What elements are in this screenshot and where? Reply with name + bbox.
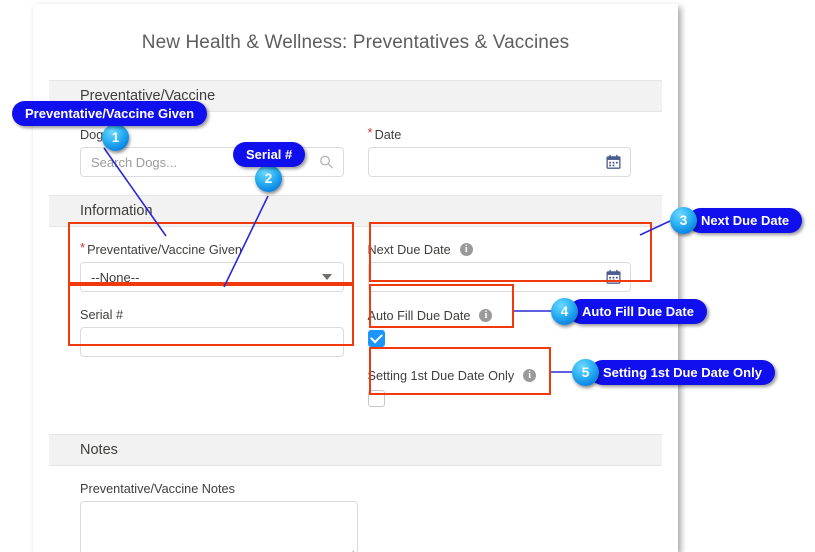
auto-fill-due-date-label-text: Auto Fill Due Date (367, 308, 471, 323)
callout-3[interactable]: 3 Next Due Date (670, 206, 803, 234)
callout-4[interactable]: 4 Auto Fill Due Date (551, 297, 707, 325)
calendar-icon[interactable] (606, 154, 621, 170)
setting-1st-due-date-only-label-text: Setting 1st Due Date Only (367, 368, 515, 383)
field-preventative-vaccine-given: * Preventative/Vaccine Given --None-- (80, 241, 344, 292)
chevron-down-icon[interactable] (321, 274, 332, 280)
date-label: * Date (368, 126, 632, 143)
callout-1-number[interactable]: 1 (102, 124, 129, 151)
callout-2[interactable]: 2 Serial # (233, 142, 306, 192)
form-card: New Health & Wellness: Preventatives & V… (33, 4, 678, 552)
notes-textarea[interactable] (80, 501, 358, 552)
calendar-icon[interactable] (606, 269, 621, 285)
callout-5-label[interactable]: Setting 1st Due Date Only (590, 359, 775, 385)
callout-4-number[interactable]: 4 (551, 297, 578, 325)
callout-3-number[interactable]: 3 (670, 206, 697, 234)
preventative-vaccine-given-label: * Preventative/Vaccine Given (80, 241, 344, 258)
info-icon[interactable]: i (523, 369, 537, 382)
preventative-vaccine-given-select[interactable]: --None-- (80, 262, 344, 292)
auto-fill-due-date-checkbox[interactable] (367, 330, 385, 347)
callout-3-label[interactable]: Next Due Date (688, 207, 803, 233)
next-due-date-label: Next Due Date i (368, 241, 632, 258)
section-body-information: * Preventative/Vaccine Given --None-- Se… (33, 227, 678, 430)
setting-1st-due-date-only-checkbox[interactable] (367, 390, 385, 407)
info-icon[interactable]: i (479, 309, 493, 322)
callout-5-number[interactable]: 5 (572, 358, 599, 386)
date-required-marker: * (367, 125, 373, 140)
section-body-notes: Preventative/Vaccine Notes (33, 466, 678, 552)
notes-label: Preventative/Vaccine Notes (80, 480, 358, 497)
dog-label-text: Dog (80, 127, 104, 142)
preventative-vaccine-given-value: --None-- (91, 269, 140, 285)
section-header-information: Information (49, 195, 662, 227)
section-header-notes: Notes (49, 434, 662, 466)
info-icon[interactable]: i (459, 243, 473, 256)
serial-number-label: Serial # (80, 306, 344, 323)
next-due-date-label-text: Next Due Date (367, 242, 451, 257)
serial-number-input[interactable] (80, 327, 344, 357)
search-icon[interactable] (319, 155, 334, 170)
callout-2-label[interactable]: Serial # (233, 142, 306, 167)
serial-number-label-text: Serial # (80, 307, 124, 322)
date-input[interactable] (367, 147, 631, 177)
preventative-vaccine-given-label-text: Preventative/Vaccine Given (87, 242, 242, 257)
page-title: New Health & Wellness: Preventatives & V… (141, 32, 570, 53)
next-due-date-input[interactable] (367, 262, 631, 292)
callout-2-number[interactable]: 2 (255, 165, 282, 192)
preventative-vaccine-given-required-marker: * (80, 240, 86, 255)
field-serial-number: Serial # (80, 306, 344, 357)
field-notes: Preventative/Vaccine Notes (80, 480, 358, 552)
callout-1-label[interactable]: Preventative/Vaccine Given (12, 101, 208, 126)
field-next-due-date: Next Due Date i (367, 241, 632, 292)
field-date: * Date (367, 126, 632, 177)
date-label-text: Date (374, 127, 402, 142)
notes-label-text: Preventative/Vaccine Notes (80, 481, 235, 496)
callout-4-label[interactable]: Auto Fill Due Date (569, 298, 707, 324)
callout-1[interactable]: 1 Preventative/Vaccine Given (12, 101, 208, 151)
callout-5[interactable]: 5 Setting 1st Due Date Only (572, 358, 775, 386)
dog-placeholder: Search Dogs... (91, 154, 177, 170)
